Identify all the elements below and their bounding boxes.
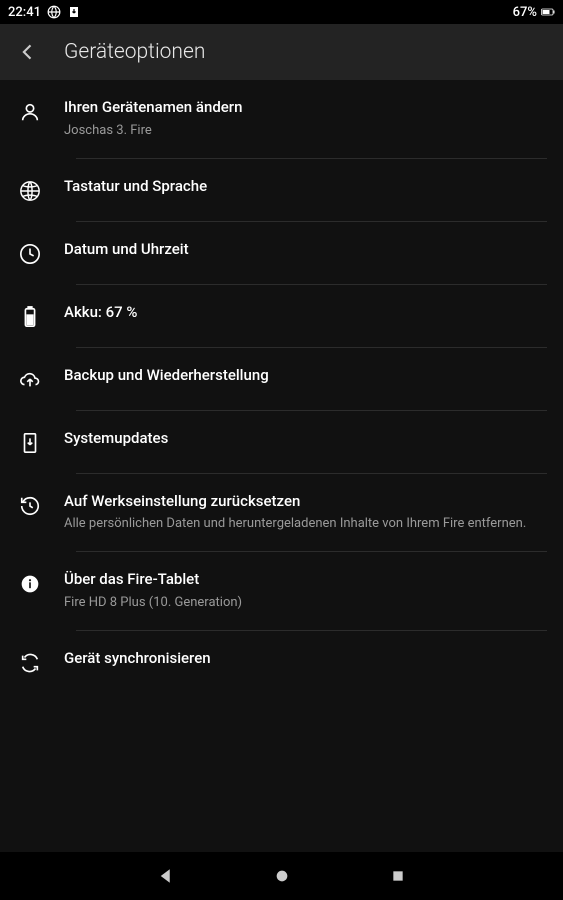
setting-device-name[interactable]: Ihren Gerätenamen ändern Joschas 3. Fire [0, 80, 563, 158]
setting-title: Gerät synchronisieren [64, 649, 547, 669]
system-update-icon [18, 431, 42, 455]
nav-home-button[interactable] [272, 866, 292, 886]
setting-title: Backup und Wiederherstellung [64, 366, 547, 386]
nav-back-button[interactable] [156, 866, 176, 886]
sync-icon [18, 651, 42, 675]
settings-list: Ihren Gerätenamen ändern Joschas 3. Fire… [0, 80, 563, 852]
setting-subtitle: Alle persönlichen Daten und heruntergela… [64, 515, 547, 533]
navigation-bar [0, 852, 563, 900]
setting-sync-device[interactable]: Gerät synchronisieren [0, 631, 563, 693]
info-icon [18, 572, 42, 596]
setting-title: Auf Werkseinstellung zurücksetzen [64, 492, 547, 512]
setting-subtitle: Joschas 3. Fire [64, 122, 547, 140]
nav-recents-button[interactable] [388, 866, 408, 886]
battery-icon [541, 5, 555, 19]
page-title: Geräteoptionen [64, 40, 205, 64]
status-bar: 22:41 67% [0, 0, 563, 24]
setting-title: Systemupdates [64, 429, 547, 449]
download-status-icon [67, 5, 81, 19]
setting-factory-reset[interactable]: Auf Werkseinstellung zurücksetzen Alle p… [0, 474, 563, 552]
setting-subtitle: Fire HD 8 Plus (10. Generation) [64, 594, 547, 612]
setting-title: Akku: 67 % [64, 303, 547, 323]
setting-title: Tastatur und Sprache [64, 177, 547, 197]
restore-icon [18, 494, 42, 518]
setting-system-updates[interactable]: Systemupdates [0, 411, 563, 473]
clock-icon [18, 242, 42, 266]
battery-percentage: 67% [513, 5, 537, 20]
setting-title: Über das Fire-Tablet [64, 570, 547, 590]
status-time: 22:41 [8, 5, 41, 20]
battery-icon [18, 305, 42, 329]
header: Geräteoptionen [0, 24, 563, 80]
setting-title: Datum und Uhrzeit [64, 240, 547, 260]
cloud-upload-icon [18, 368, 42, 392]
back-button[interactable] [16, 40, 40, 64]
person-icon [18, 100, 42, 124]
setting-backup-restore[interactable]: Backup und Wiederherstellung [0, 348, 563, 410]
setting-about-tablet[interactable]: Über das Fire-Tablet Fire HD 8 Plus (10.… [0, 552, 563, 630]
setting-keyboard-language[interactable]: Tastatur und Sprache [0, 159, 563, 221]
globe-status-icon [47, 5, 61, 19]
setting-date-time[interactable]: Datum und Uhrzeit [0, 222, 563, 284]
setting-title: Ihren Gerätenamen ändern [64, 98, 547, 118]
setting-battery[interactable]: Akku: 67 % [0, 285, 563, 347]
globe-icon [18, 179, 42, 203]
